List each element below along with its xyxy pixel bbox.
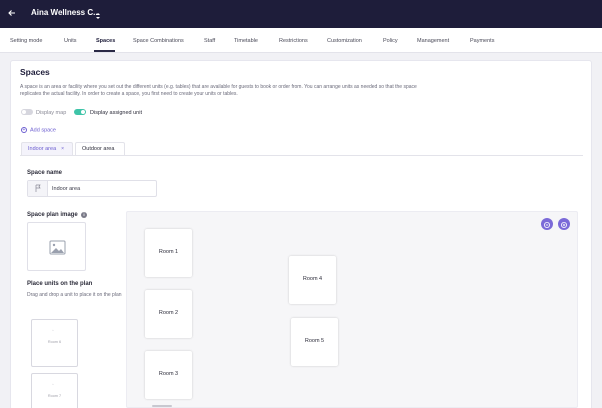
space-name-label: Space name: [27, 170, 63, 176]
display-map-toggle[interactable]: [21, 109, 33, 115]
add-space-label: Add space: [30, 127, 56, 134]
unit-name: Room 6: [47, 340, 62, 344]
space-name-field: [27, 180, 157, 197]
tab-units[interactable]: Units: [64, 38, 77, 44]
space-name-input[interactable]: [52, 183, 152, 194]
tab-customization[interactable]: Customization: [327, 38, 362, 44]
zoom-out-button[interactable]: [541, 218, 553, 230]
image-icon: [49, 240, 66, 255]
area-tab-label: Indoor area: [28, 146, 57, 152]
display-assigned-toggle[interactable]: [74, 109, 86, 115]
space-plan-image-upload[interactable]: [27, 222, 86, 271]
arrow-left-icon[interactable]: [7, 6, 19, 20]
tab-policy[interactable]: Policy: [383, 38, 398, 44]
flag-icon: [28, 181, 48, 196]
page-title: Spaces: [20, 67, 50, 77]
unit-name: Room 7: [47, 394, 62, 398]
room-label: Room 3: [158, 371, 179, 377]
area-tab-indoor[interactable]: Indoor area ×: [21, 142, 73, 156]
place-units-help: Drag and drop a unit to place it on the …: [27, 292, 122, 298]
place-units-label: Place units on the plan: [27, 281, 93, 287]
tab-staff[interactable]: Staff: [204, 38, 215, 44]
room-card[interactable]: Room 5: [291, 318, 338, 366]
active-tab-indicator: [94, 50, 115, 52]
drag-handle-icon: ◦: [52, 328, 54, 334]
plus-icon: +: [21, 127, 27, 133]
tab-payments[interactable]: Payments: [470, 38, 494, 44]
space-plan-image-label: Space plan image: [27, 212, 78, 218]
tab-management[interactable]: Management: [417, 38, 449, 44]
room-label: Room 2: [158, 310, 179, 316]
room-card[interactable]: Room 1: [145, 229, 192, 277]
tab-spaces[interactable]: Spaces: [96, 38, 115, 44]
room-label: Room 5: [304, 338, 325, 344]
info-icon[interactable]: i: [81, 212, 87, 218]
display-map-label: Display map: [36, 110, 67, 116]
tab-space-combinations[interactable]: Space Combinations: [133, 38, 184, 44]
unit-card[interactable]: ◦ Room 7: [31, 373, 78, 408]
tab-setting-mode[interactable]: Setting mode: [10, 38, 42, 44]
add-space-button[interactable]: + Add space: [21, 127, 56, 135]
zoom-in-button[interactable]: [558, 218, 570, 230]
scrollbar[interactable]: [152, 405, 172, 407]
tab-timetable[interactable]: Timetable: [234, 38, 258, 44]
room-card[interactable]: Room 2: [145, 290, 192, 338]
unit-card[interactable]: ◦ Room 6: [31, 319, 78, 367]
display-assigned-label: Display assigned unit: [90, 110, 142, 116]
area-tab-label: Outdoor area: [82, 146, 115, 152]
drag-handle-icon: ◦: [52, 382, 54, 388]
area-tabs-divider: [20, 155, 583, 156]
room-label: Room 1: [158, 249, 179, 255]
close-icon[interactable]: ×: [61, 146, 64, 152]
venue-title[interactable]: Aina Wellness C...: [31, 8, 100, 17]
space-plan-canvas[interactable]: [126, 211, 578, 408]
caret-updown-icon[interactable]: [95, 8, 101, 19]
zoom-out-icon: [544, 222, 550, 228]
spaces-description: A space is an area or facility where you…: [20, 84, 417, 97]
tab-restrictions[interactable]: Restrictions: [279, 38, 308, 44]
room-card[interactable]: Room 4: [289, 256, 336, 304]
room-label: Room 4: [302, 276, 323, 282]
zoom-in-icon: [561, 222, 567, 228]
room-card[interactable]: Room 3: [145, 351, 192, 399]
area-tab-outdoor[interactable]: Outdoor area: [75, 142, 125, 156]
top-bar: Aina Wellness C...: [0, 0, 602, 28]
settings-tabs: Setting mode Units Spaces Space Combinat…: [0, 28, 602, 53]
